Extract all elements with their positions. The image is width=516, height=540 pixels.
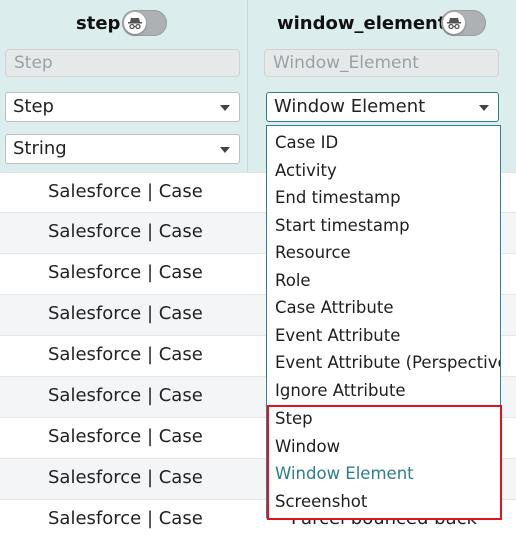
column-name-input-step[interactable]: Step bbox=[5, 49, 240, 77]
cell-step: Salesforce | Case bbox=[48, 385, 203, 406]
column-title-window-element: window_element bbox=[277, 12, 447, 34]
cell-step: Salesforce | Case bbox=[48, 344, 203, 365]
cell-step: Salesforce | Case bbox=[48, 262, 203, 283]
dropdown-option-case-id[interactable]: Case ID bbox=[275, 133, 338, 152]
incognito-icon bbox=[124, 12, 146, 34]
dropdown-option-screenshot[interactable]: Screenshot bbox=[275, 492, 367, 511]
dropdown-option-resource[interactable]: Resource bbox=[275, 243, 351, 262]
dropdown-option-ignore-attribute[interactable]: Ignore Attribute bbox=[275, 381, 406, 400]
cell-step: Salesforce | Case bbox=[48, 303, 203, 324]
dropdown-option-window-element[interactable]: Window Element bbox=[275, 464, 414, 483]
cell-step: Salesforce | Case bbox=[48, 221, 203, 242]
hide-column-toggle-step[interactable] bbox=[122, 10, 167, 36]
column-format-select-step[interactable]: String bbox=[5, 134, 240, 164]
chevron-down-icon bbox=[479, 105, 489, 111]
chevron-down-icon bbox=[220, 147, 230, 153]
dropdown-option-step[interactable]: Step bbox=[275, 409, 313, 428]
column-name-input-window-element[interactable]: Window_Element bbox=[264, 49, 499, 77]
cell-step: Salesforce | Case bbox=[48, 508, 203, 529]
column-type-select-step[interactable]: Step bbox=[5, 92, 240, 122]
dropdown-option-role[interactable]: Role bbox=[275, 271, 311, 290]
column-title-step: step bbox=[76, 12, 121, 34]
column-type-select-window-element[interactable]: Window Element bbox=[266, 92, 499, 122]
dropdown-option-event-attribute[interactable]: Event Attribute bbox=[275, 326, 400, 345]
dropdown-option-end-timestamp[interactable]: End timestamp bbox=[275, 188, 401, 207]
dropdown-option-case-attribute[interactable]: Case Attribute bbox=[275, 298, 393, 317]
select-value: Window Element bbox=[274, 96, 426, 117]
hide-column-toggle-window-element[interactable] bbox=[441, 10, 486, 36]
cell-step: Salesforce | Case bbox=[48, 426, 203, 447]
column-type-dropdown-menu: Case ID Activity End timestamp Start tim… bbox=[266, 125, 501, 520]
incognito-icon bbox=[443, 12, 465, 34]
dropdown-option-window[interactable]: Window bbox=[275, 437, 340, 456]
dropdown-option-event-attribute-perspective[interactable]: Event Attribute (Perspective) bbox=[275, 353, 500, 372]
column-divider bbox=[247, 0, 248, 172]
cell-step: Salesforce | Case bbox=[48, 181, 203, 202]
dropdown-option-activity[interactable]: Activity bbox=[275, 161, 337, 180]
dropdown-option-start-timestamp[interactable]: Start timestamp bbox=[275, 216, 410, 235]
chevron-down-icon bbox=[220, 105, 230, 111]
cell-step: Salesforce | Case bbox=[48, 467, 203, 488]
select-value: String bbox=[13, 138, 67, 159]
select-value: Step bbox=[13, 96, 54, 117]
